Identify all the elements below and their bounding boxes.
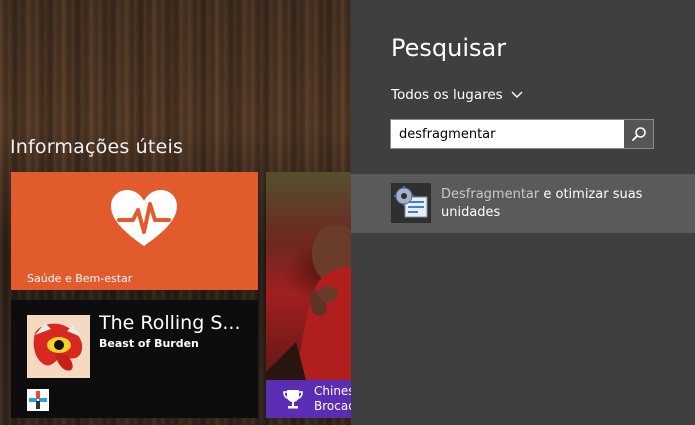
search-input[interactable] <box>391 120 624 148</box>
sports-tile-text-1: Chines <box>314 384 351 398</box>
defrag-drive-icon <box>391 183 431 223</box>
album-art <box>27 315 90 378</box>
search-scope-dropdown[interactable]: Todos os lugares <box>391 87 523 103</box>
start-screen: Informações úteis Saúde e Bem-estar The … <box>0 0 351 425</box>
music-tile[interactable]: The Rolling S... Beast of Burden <box>11 300 258 418</box>
music-subtitle: Beast of Burden <box>99 337 199 350</box>
search-scope-label: Todos os lugares <box>391 87 503 103</box>
search-button[interactable] <box>624 120 653 148</box>
result-highlight: Desfragmentar <box>441 187 540 202</box>
search-charm-pane: Pesquisar Todos os lugares desfragmentar… <box>351 0 695 425</box>
player-photo <box>266 224 351 380</box>
search-box <box>390 119 654 149</box>
health-tile-label: Saúde e Bem-estar <box>27 272 133 285</box>
music-app-icon <box>27 389 49 411</box>
search-icon <box>631 127 646 141</box>
search-result-label: Desfragmentar e otimizar suas unidades <box>441 186 681 222</box>
pane-title: Pesquisar <box>391 34 507 62</box>
search-result-item[interactable]: Desfragmentar e otimizar suas unidades <box>351 174 695 233</box>
sports-tile-band: Chines Brocad <box>266 380 351 418</box>
chevron-down-icon <box>511 91 523 98</box>
tongue-logo-icon <box>27 315 90 378</box>
heart-pulse-icon <box>111 190 177 246</box>
trophy-icon <box>283 390 303 409</box>
sports-tile[interactable]: Chines Brocad <box>266 172 351 418</box>
tile-group-title: Informações úteis <box>10 136 184 158</box>
music-title: The Rolling S... <box>99 312 241 334</box>
sports-tile-text-2: Brocad <box>314 399 351 413</box>
health-tile[interactable]: Saúde e Bem-estar <box>11 172 258 290</box>
